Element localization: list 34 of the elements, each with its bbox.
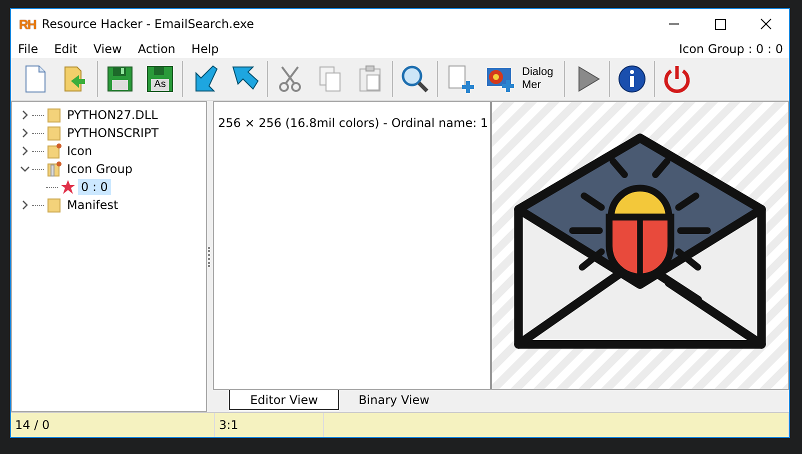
folder-icon: [46, 125, 62, 141]
open-folder-icon: [46, 161, 62, 177]
chevron-icon[interactable]: [20, 110, 30, 120]
folder-icon: [46, 107, 62, 123]
tree-item[interactable]: Icon Group: [64, 161, 136, 177]
folder-icon: [46, 197, 62, 213]
tree-item[interactable]: Icon: [64, 143, 96, 159]
folder-icon: [46, 143, 62, 159]
window-title: Resource Hacker - EmailSearch.exe: [42, 17, 254, 31]
save-as-button[interactable]: As: [147, 66, 173, 92]
view-tab[interactable]: Binary View: [339, 390, 449, 410]
chevron-icon[interactable]: [20, 164, 30, 174]
tree-item[interactable]: Manifest: [64, 197, 122, 213]
star-icon: [60, 179, 76, 195]
menu-item[interactable]: File: [18, 42, 38, 56]
status-text: 3:1: [219, 418, 238, 432]
chevron-icon[interactable]: [20, 146, 30, 156]
tree-item[interactable]: PYTHONSCRIPT: [64, 125, 162, 141]
add-dialog-menu-button[interactable]: Dialog Mer: [522, 62, 560, 96]
app-logo-icon: RH: [19, 16, 36, 32]
tree-item[interactable]: 0 : 0: [78, 179, 111, 195]
menu-item[interactable]: View: [93, 42, 122, 56]
search-button[interactable]: [399, 63, 431, 95]
info-button[interactable]: [616, 63, 648, 95]
menu-item[interactable]: Action: [138, 42, 176, 56]
view-tab[interactable]: Editor View: [229, 390, 339, 410]
current-resource-label: Icon Group : 0 : 0: [678, 42, 783, 56]
menu-item[interactable]: Help: [191, 42, 219, 56]
menu-item[interactable]: Edit: [54, 42, 78, 56]
chevron-icon[interactable]: [20, 200, 30, 210]
chevron-icon[interactable]: [20, 128, 30, 138]
status-text: 14 / 0: [15, 418, 50, 432]
tree-item[interactable]: PYTHON27.DLL: [64, 107, 161, 123]
resource-info-text: 256 × 256 (16.8mil colors) - Ordinal name: 1: [218, 116, 488, 130]
